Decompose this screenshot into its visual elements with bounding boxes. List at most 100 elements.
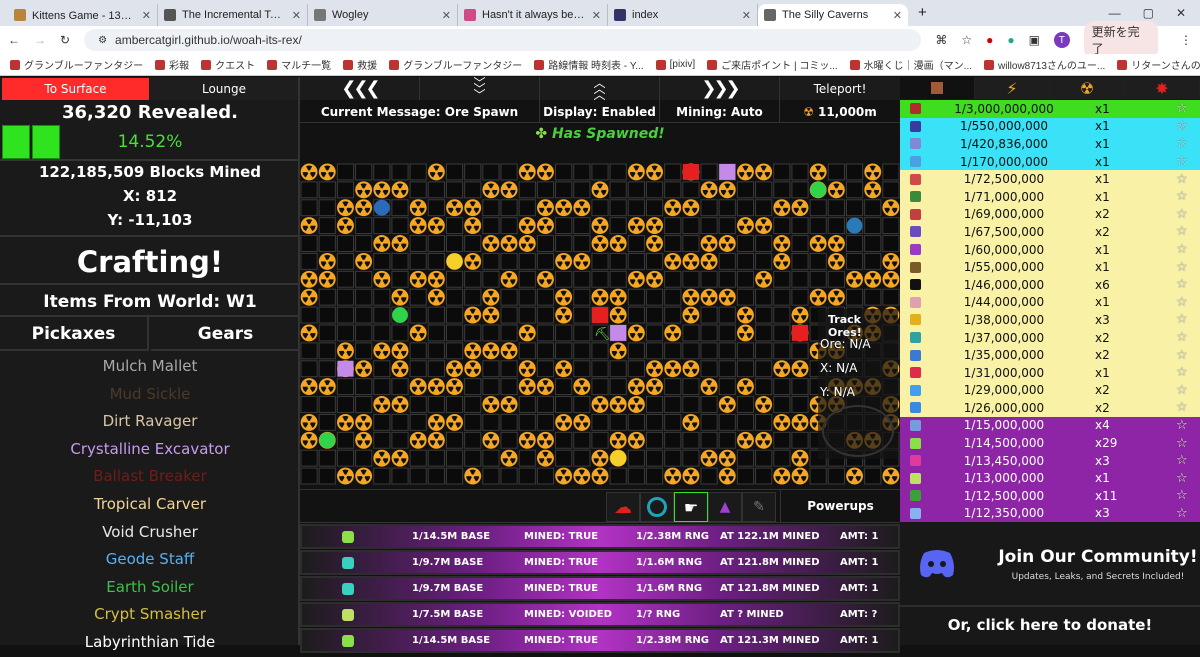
radioactive-block[interactable] xyxy=(355,252,373,270)
favorite-star-icon[interactable]: ☆ xyxy=(1176,101,1188,116)
ore-row[interactable]: 1/46,000,000 x6 ☆ xyxy=(900,275,1200,294)
empty-cell[interactable] xyxy=(482,378,500,396)
empty-cell[interactable] xyxy=(482,467,500,485)
empty-cell[interactable] xyxy=(773,270,791,288)
puzzle-icon[interactable]: ▣ xyxy=(1029,33,1040,47)
empty-cell[interactable] xyxy=(482,199,500,217)
empty-cell[interactable] xyxy=(682,270,700,288)
radioactive-block[interactable] xyxy=(373,270,391,288)
radioactive-block[interactable] xyxy=(518,235,536,252)
empty-cell[interactable] xyxy=(700,163,718,181)
empty-cell[interactable] xyxy=(336,163,355,181)
radioactive-block[interactable] xyxy=(700,252,718,270)
empty-cell[interactable] xyxy=(845,235,864,252)
radioactive-block[interactable] xyxy=(700,181,718,199)
back-icon[interactable]: ← xyxy=(8,33,20,47)
empty-cell[interactable] xyxy=(864,217,882,235)
radioactive-block[interactable] xyxy=(464,252,482,270)
radioactive-block[interactable] xyxy=(682,252,700,270)
ore-row[interactable]: 1/69,000,000 x2 ☆ xyxy=(900,205,1200,224)
radioactive-block[interactable] xyxy=(664,360,682,378)
empty-cell[interactable] xyxy=(445,217,464,235)
empty-cell[interactable] xyxy=(700,270,718,288)
radioactive-block[interactable] xyxy=(646,217,663,235)
empty-cell[interactable] xyxy=(864,288,882,306)
radioactive-block[interactable] xyxy=(864,181,882,199)
ore-row[interactable]: 1/60,000,000 x1 ☆ xyxy=(900,240,1200,259)
ore-row[interactable]: 1/26,000,000 x2 ☆ xyxy=(900,399,1200,417)
empty-cell[interactable] xyxy=(427,235,445,252)
empty-cell[interactable] xyxy=(773,163,791,181)
empty-cell[interactable] xyxy=(773,217,791,235)
radioactive-block[interactable] xyxy=(355,413,373,431)
radioactive-block[interactable] xyxy=(537,217,554,235)
tab-close-icon[interactable]: ✕ xyxy=(292,9,301,22)
empty-cell[interactable] xyxy=(464,413,482,431)
empty-cell[interactable] xyxy=(445,324,464,342)
empty-cell[interactable] xyxy=(336,396,355,413)
empty-cell[interactable] xyxy=(500,360,518,378)
favorite-star-icon[interactable]: ☆ xyxy=(1176,471,1188,486)
radioactive-block[interactable] xyxy=(391,288,409,306)
empty-cell[interactable] xyxy=(555,396,573,413)
tab-pickaxes[interactable]: Pickaxes xyxy=(0,317,149,351)
radioactive-block[interactable] xyxy=(300,378,318,396)
empty-cell[interactable] xyxy=(536,360,555,378)
track-ores-title[interactable]: Track Ores! xyxy=(828,313,898,339)
empty-cell[interactable] xyxy=(318,467,336,485)
powerups-button[interactable]: Powerups xyxy=(780,490,900,522)
empty-cell[interactable] xyxy=(664,288,682,306)
empty-cell[interactable] xyxy=(700,396,718,413)
empty-cell[interactable] xyxy=(627,199,645,217)
empty-cell[interactable] xyxy=(718,199,736,217)
empty-cell[interactable] xyxy=(555,342,573,360)
empty-cell[interactable] xyxy=(555,217,573,235)
tab-close-icon[interactable]: ✕ xyxy=(142,9,151,22)
radioactive-block[interactable] xyxy=(718,181,736,199)
radioactive-block[interactable] xyxy=(482,181,500,199)
radioactive-block[interactable] xyxy=(664,252,682,270)
empty-cell[interactable] xyxy=(464,270,482,288)
empty-cell[interactable] xyxy=(300,467,318,485)
radioactive-block[interactable] xyxy=(482,342,500,360)
empty-cell[interactable] xyxy=(464,378,482,396)
empty-cell[interactable] xyxy=(845,163,864,181)
radioactive-block[interactable] xyxy=(773,199,791,217)
radioactive-block[interactable] xyxy=(300,217,318,235)
ore-row[interactable]: 1/31,000,000 x1 ☆ xyxy=(900,363,1200,382)
ore-block[interactable] xyxy=(373,199,390,216)
ore-block[interactable] xyxy=(682,164,699,180)
radioactive-block[interactable] xyxy=(609,306,627,324)
radioactive-block[interactable] xyxy=(791,199,809,217)
empty-cell[interactable] xyxy=(755,252,773,270)
empty-cell[interactable] xyxy=(355,378,373,396)
empty-cell[interactable] xyxy=(409,449,427,467)
empty-cell[interactable] xyxy=(864,235,882,252)
radioactive-block[interactable] xyxy=(427,378,445,396)
empty-cell[interactable] xyxy=(555,431,573,449)
empty-cell[interactable] xyxy=(482,413,500,431)
move-right-button[interactable]: ❯❯❯ xyxy=(660,77,780,100)
empty-cell[interactable] xyxy=(682,378,700,396)
empty-cell[interactable] xyxy=(427,324,445,342)
empty-cell[interactable] xyxy=(609,413,627,431)
empty-cell[interactable] xyxy=(845,252,864,270)
current-message[interactable]: Current Message: Ore Spawn xyxy=(300,100,540,123)
radioactive-block[interactable] xyxy=(482,306,500,324)
radioactive-block[interactable] xyxy=(537,270,554,288)
radioactive-block[interactable] xyxy=(464,467,482,485)
empty-cell[interactable] xyxy=(300,360,318,378)
empty-cell[interactable] xyxy=(664,431,682,449)
empty-cell[interactable] xyxy=(573,306,591,324)
empty-cell[interactable] xyxy=(573,342,591,360)
favorite-star-icon[interactable]: ☆ xyxy=(1176,330,1188,345)
radioactive-block[interactable] xyxy=(609,235,627,252)
empty-cell[interactable] xyxy=(391,467,409,485)
empty-cell[interactable] xyxy=(518,199,536,217)
empty-cell[interactable] xyxy=(718,217,736,235)
radioactive-block[interactable] xyxy=(518,324,536,342)
radioactive-block[interactable] xyxy=(337,467,354,485)
empty-cell[interactable] xyxy=(718,413,736,431)
empty-cell[interactable] xyxy=(573,163,591,181)
empty-cell[interactable] xyxy=(736,449,755,467)
